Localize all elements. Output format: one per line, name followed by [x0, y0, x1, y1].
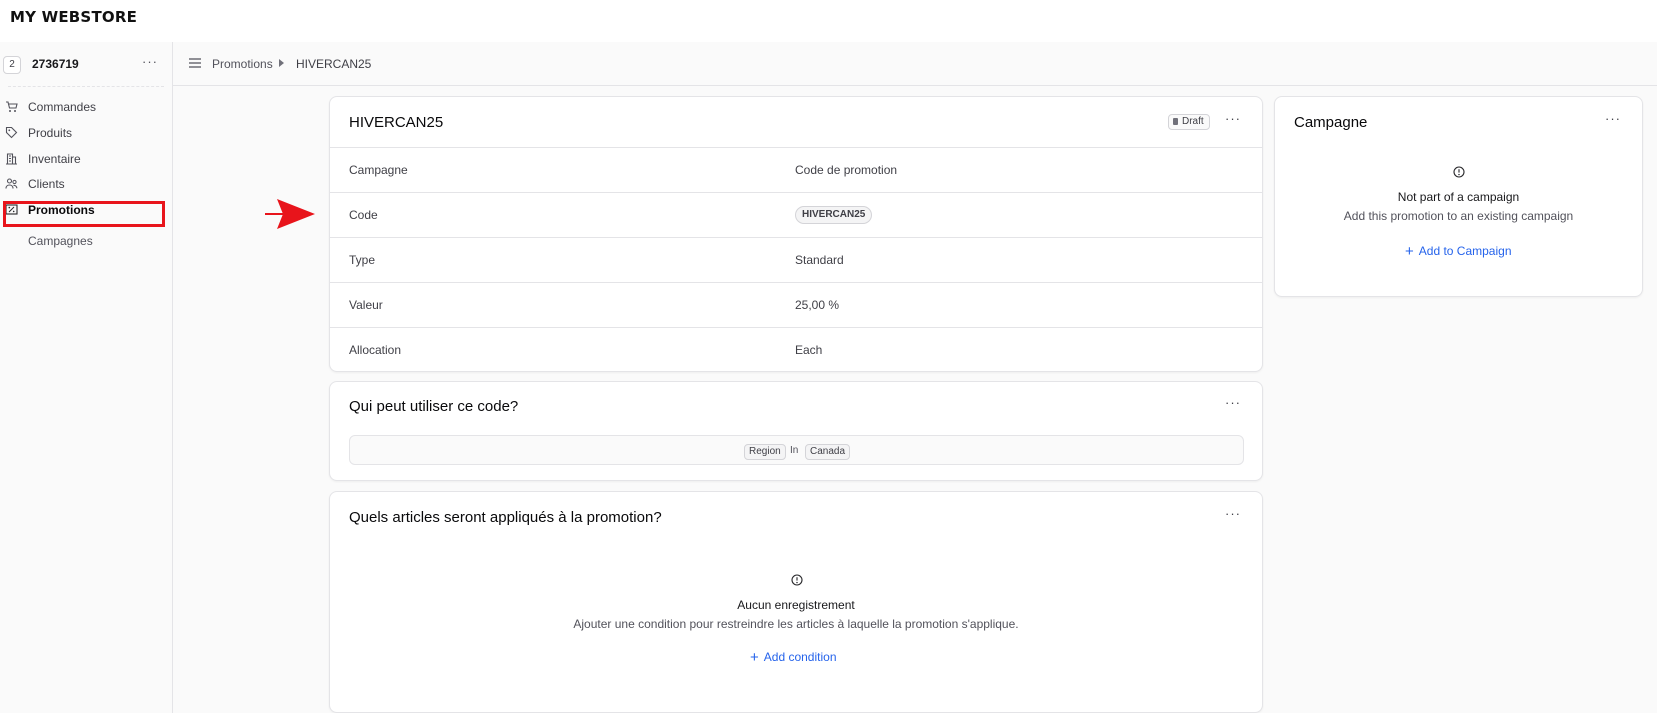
sidebar-item-commandes[interactable]: Commandes	[0, 95, 172, 119]
tag-icon	[5, 126, 18, 139]
detail-label: Campagne	[349, 163, 408, 177]
store-more-button[interactable]: ···	[142, 54, 158, 69]
promotion-more-button[interactable]: ···	[1225, 111, 1241, 126]
plus-icon: +	[750, 649, 759, 666]
campaign-more-button[interactable]: ···	[1605, 111, 1621, 126]
sidebar-subitem-campagnes[interactable]: Campagnes	[28, 234, 93, 248]
cart-icon	[6, 101, 18, 112]
store-switcher[interactable]: 2 2736719 ···	[0, 42, 172, 86]
empty-state-description: Ajouter une condition pour restreindre l…	[573, 617, 1019, 631]
eligibility-title: Qui peut utiliser ce code?	[349, 398, 519, 415]
page-title: HIVERCAN25	[349, 114, 444, 131]
detail-value: Standard	[795, 253, 844, 267]
sidebar-item-inventaire[interactable]: Inventaire	[0, 147, 172, 171]
status-dot-icon	[1173, 118, 1178, 125]
sidebar: 2 2736719 ··· Commandes Produits Inventa…	[0, 42, 173, 713]
rule-attribute-chip: Region	[744, 444, 786, 460]
add-to-campaign-button[interactable]: + Add to Campaign	[1405, 243, 1512, 260]
breadcrumb-bar: Promotions HIVERCAN25	[173, 42, 1657, 86]
detail-label: Allocation	[349, 343, 402, 357]
plus-icon: +	[1405, 243, 1414, 260]
detail-row-valeur: Valeur 25,00 %	[330, 282, 1262, 327]
eligibility-card: Qui peut utiliser ce code? ··· Region In…	[329, 381, 1263, 481]
top-bar: MY WEBSTORE	[0, 0, 1657, 42]
sidebar-item-produits[interactable]: Produits	[0, 121, 172, 145]
detail-value: 25,00 %	[795, 298, 840, 312]
detail-row-campagne: Campagne Code de promotion	[330, 147, 1262, 192]
sidebar-item-label: Produits	[28, 126, 73, 140]
detail-row-allocation: Allocation Each	[330, 327, 1262, 371]
store-name: 2736719	[32, 57, 79, 71]
info-icon	[1453, 166, 1465, 178]
detail-label: Type	[349, 253, 376, 267]
add-to-campaign-label: Add to Campaign	[1418, 244, 1512, 258]
promotion-details-card: HIVERCAN25 Draft ··· Campagne Code de pr…	[329, 96, 1263, 372]
rule-row: Region In Canada	[349, 435, 1244, 465]
target-items-more-button[interactable]: ···	[1225, 506, 1241, 521]
arrow-annotation-icon	[265, 199, 315, 229]
detail-label: Code	[349, 208, 378, 222]
add-condition-label: Add condition	[763, 650, 837, 664]
add-condition-button[interactable]: + Add condition	[750, 649, 837, 666]
rule-value-chip: Canada	[805, 444, 851, 460]
code-chip[interactable]: HIVERCAN25	[795, 206, 873, 224]
status-badge: Draft	[1168, 114, 1210, 130]
breadcrumb-current: HIVERCAN25	[296, 57, 372, 71]
sidebar-item-label: Clients	[28, 177, 65, 191]
store-badge: 2	[3, 56, 21, 74]
rule-operator: In	[790, 445, 799, 456]
campaign-empty-description: Add this promotion to an existing campai…	[1343, 209, 1574, 223]
detail-value: Code de promotion	[795, 163, 898, 177]
campaign-empty-title: Not part of a campaign	[1397, 190, 1520, 204]
target-items-card: Quels articles seront appliqués à la pro…	[329, 491, 1263, 713]
sidebar-item-label: Commandes	[28, 100, 97, 114]
status-label: Draft	[1182, 116, 1204, 127]
info-icon	[791, 574, 803, 586]
highlight-box	[3, 201, 165, 227]
building-icon	[6, 153, 17, 165]
detail-label: Valeur	[349, 298, 383, 312]
sidebar-item-clients[interactable]: Clients	[0, 172, 172, 196]
campaign-card: Campagne ··· Not part of a campaign Add …	[1274, 96, 1643, 297]
sidebar-divider	[8, 86, 164, 87]
detail-row-code: Code HIVERCAN25	[330, 192, 1262, 237]
users-icon	[5, 178, 18, 189]
detail-value: Each	[795, 343, 823, 357]
target-items-title: Quels articles seront appliqués à la pro…	[349, 509, 662, 526]
breadcrumb-promotions[interactable]: Promotions	[212, 57, 273, 71]
campaign-title: Campagne	[1294, 114, 1368, 131]
sidebar-item-label: Inventaire	[28, 152, 81, 166]
brand-logo: MY WEBSTORE	[10, 8, 138, 26]
empty-state-title: Aucun enregistrement	[737, 598, 855, 612]
breadcrumb-separator-icon	[279, 59, 284, 67]
detail-row-type: Type Standard	[330, 237, 1262, 282]
sidebar-toggle-icon[interactable]	[189, 58, 201, 68]
eligibility-more-button[interactable]: ···	[1225, 395, 1241, 410]
